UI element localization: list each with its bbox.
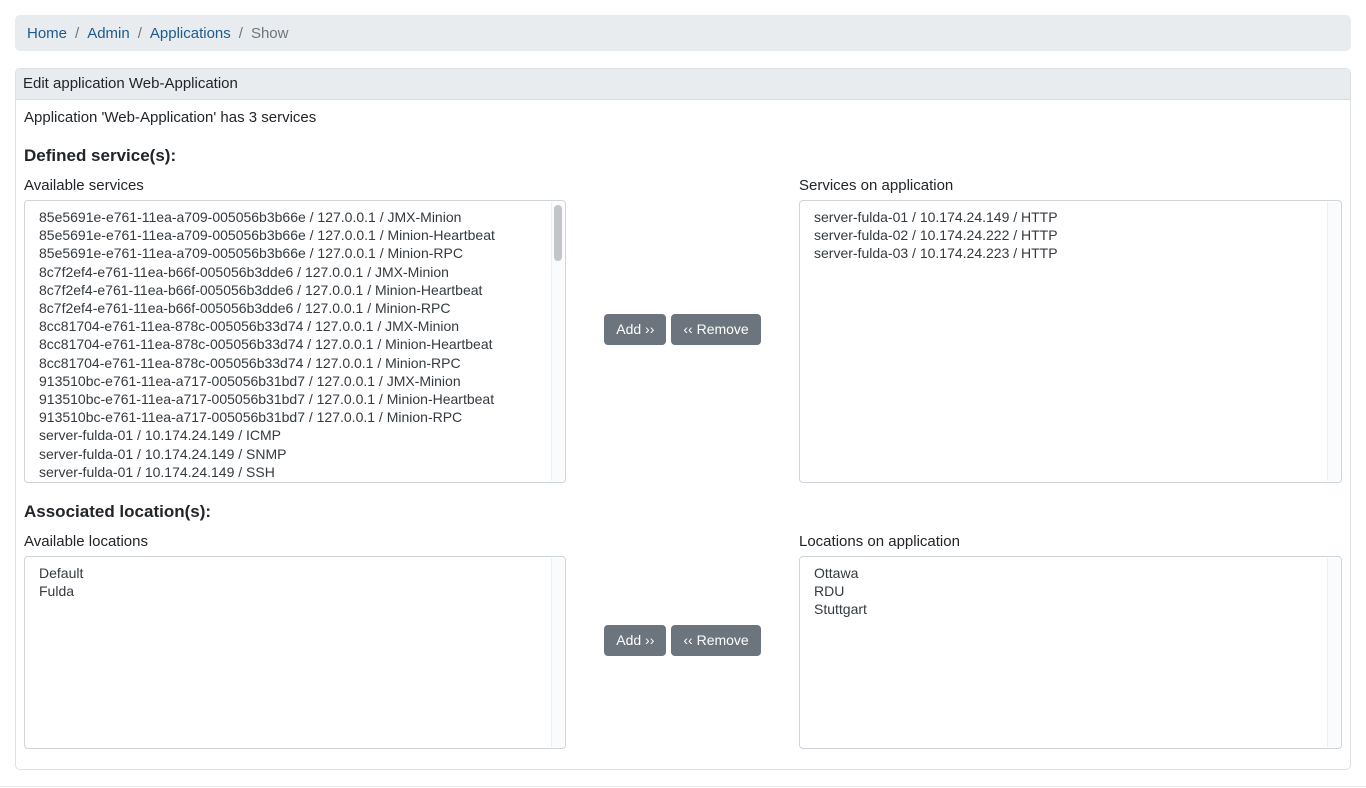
services-on-application-label: Services on application bbox=[799, 176, 1342, 195]
list-option[interactable]: Stuttgart bbox=[814, 600, 1321, 618]
application-summary: Application 'Web-Application' has 3 serv… bbox=[24, 108, 1342, 127]
list-option[interactable]: 913510bc-e761-11ea-a717-005056b31bd7 / 1… bbox=[39, 390, 545, 408]
list-option[interactable]: server-fulda-01 / 10.174.24.149 / ICMP bbox=[39, 426, 545, 444]
breadcrumb-link-home[interactable]: Home bbox=[27, 25, 67, 42]
list-option[interactable]: Default bbox=[39, 564, 545, 582]
available-services-label: Available services bbox=[24, 176, 566, 195]
services-remove-button[interactable]: ‹‹ Remove bbox=[671, 314, 760, 345]
list-option[interactable]: 8c7f2ef4-e761-11ea-b66f-005056b3dde6 / 1… bbox=[39, 299, 545, 317]
list-option[interactable]: 8c7f2ef4-e761-11ea-b66f-005056b3dde6 / 1… bbox=[39, 263, 545, 281]
list-option[interactable]: 8cc81704-e761-11ea-878c-005056b33d74 / 1… bbox=[39, 335, 545, 353]
scrollbar-track[interactable] bbox=[1327, 558, 1340, 747]
list-option[interactable]: 85e5691e-e761-11ea-a709-005056b3b66e / 1… bbox=[39, 208, 545, 226]
scrollbar-thumb[interactable] bbox=[554, 205, 562, 261]
available-locations-label: Available locations bbox=[24, 532, 566, 551]
locations-remove-button[interactable]: ‹‹ Remove bbox=[671, 625, 760, 656]
list-option[interactable]: 913510bc-e761-11ea-a717-005056b31bd7 / 1… bbox=[39, 372, 545, 390]
list-option[interactable]: server-fulda-01 / 10.174.24.149 / SSH bbox=[39, 463, 545, 481]
assigned-services-column: Services on application server-fulda-01 … bbox=[799, 176, 1342, 483]
scrollbar-track[interactable] bbox=[1327, 202, 1340, 481]
list-option[interactable]: 913510bc-e761-11ea-a717-005056b31bd7 / 1… bbox=[39, 408, 545, 426]
list-option[interactable]: server-fulda-01 / 10.174.24.149 / HTTP bbox=[814, 208, 1321, 226]
scrollbar-track[interactable] bbox=[551, 558, 564, 747]
services-dual-list: Available services 85e5691e-e761-11ea-a7… bbox=[24, 176, 1342, 483]
locations-add-button[interactable]: Add ›› bbox=[604, 625, 666, 656]
list-option[interactable]: Fulda bbox=[39, 582, 545, 600]
card-body: Application 'Web-Application' has 3 serv… bbox=[16, 100, 1350, 769]
page: Home / Admin / Applications / Show Edit … bbox=[0, 0, 1366, 770]
list-option[interactable]: RDU bbox=[814, 582, 1321, 600]
breadcrumb-link-admin[interactable]: Admin bbox=[87, 25, 130, 42]
breadcrumb-current-show: Show bbox=[251, 25, 289, 42]
breadcrumb-separator: / bbox=[231, 25, 251, 42]
list-option[interactable]: server-fulda-02 / 10.174.24.222 / HTTP bbox=[814, 226, 1321, 244]
locations-on-application-listbox[interactable]: OttawaRDUStuttgart bbox=[799, 556, 1342, 749]
available-locations-column: Available locations DefaultFulda bbox=[24, 532, 566, 749]
list-option[interactable]: 85e5691e-e761-11ea-a709-005056b3b66e / 1… bbox=[39, 244, 545, 262]
list-option[interactable]: server-fulda-01 / 10.174.24.149 / SNMP bbox=[39, 445, 545, 463]
page-bottom-divider bbox=[0, 786, 1366, 787]
defined-services-heading: Defined service(s): bbox=[24, 145, 1342, 166]
assigned-locations-column: Locations on application OttawaRDUStuttg… bbox=[799, 532, 1342, 749]
services-on-application-listbox[interactable]: server-fulda-01 / 10.174.24.149 / HTTPse… bbox=[799, 200, 1342, 483]
edit-application-card: Edit application Web-Application Applica… bbox=[15, 68, 1351, 770]
available-services-listbox[interactable]: 85e5691e-e761-11ea-a709-005056b3b66e / 1… bbox=[24, 200, 566, 483]
associated-locations-heading: Associated location(s): bbox=[24, 501, 1342, 522]
breadcrumb-separator: / bbox=[67, 25, 87, 42]
services-add-button[interactable]: Add ›› bbox=[604, 314, 666, 345]
scrollbar-track[interactable] bbox=[551, 202, 564, 481]
locations-transfer-buttons: Add ›› ‹‹ Remove bbox=[566, 532, 799, 749]
list-option[interactable]: 8c7f2ef4-e761-11ea-b66f-005056b3dde6 / 1… bbox=[39, 281, 545, 299]
breadcrumb: Home / Admin / Applications / Show bbox=[15, 15, 1351, 51]
locations-dual-list: Available locations DefaultFulda Add ›› … bbox=[24, 532, 1342, 749]
breadcrumb-link-applications[interactable]: Applications bbox=[150, 25, 231, 42]
breadcrumb-separator: / bbox=[130, 25, 150, 42]
card-header-title: Edit application Web-Application bbox=[16, 69, 1350, 100]
list-option[interactable]: Ottawa bbox=[814, 564, 1321, 582]
services-transfer-buttons: Add ›› ‹‹ Remove bbox=[566, 176, 799, 483]
available-locations-listbox[interactable]: DefaultFulda bbox=[24, 556, 566, 749]
list-option[interactable]: 8cc81704-e761-11ea-878c-005056b33d74 / 1… bbox=[39, 354, 545, 372]
list-option[interactable]: 8cc81704-e761-11ea-878c-005056b33d74 / 1… bbox=[39, 317, 545, 335]
list-option[interactable]: server-fulda-03 / 10.174.24.223 / HTTP bbox=[814, 244, 1321, 262]
available-services-column: Available services 85e5691e-e761-11ea-a7… bbox=[24, 176, 566, 483]
list-option[interactable]: 85e5691e-e761-11ea-a709-005056b3b66e / 1… bbox=[39, 226, 545, 244]
locations-on-application-label: Locations on application bbox=[799, 532, 1342, 551]
